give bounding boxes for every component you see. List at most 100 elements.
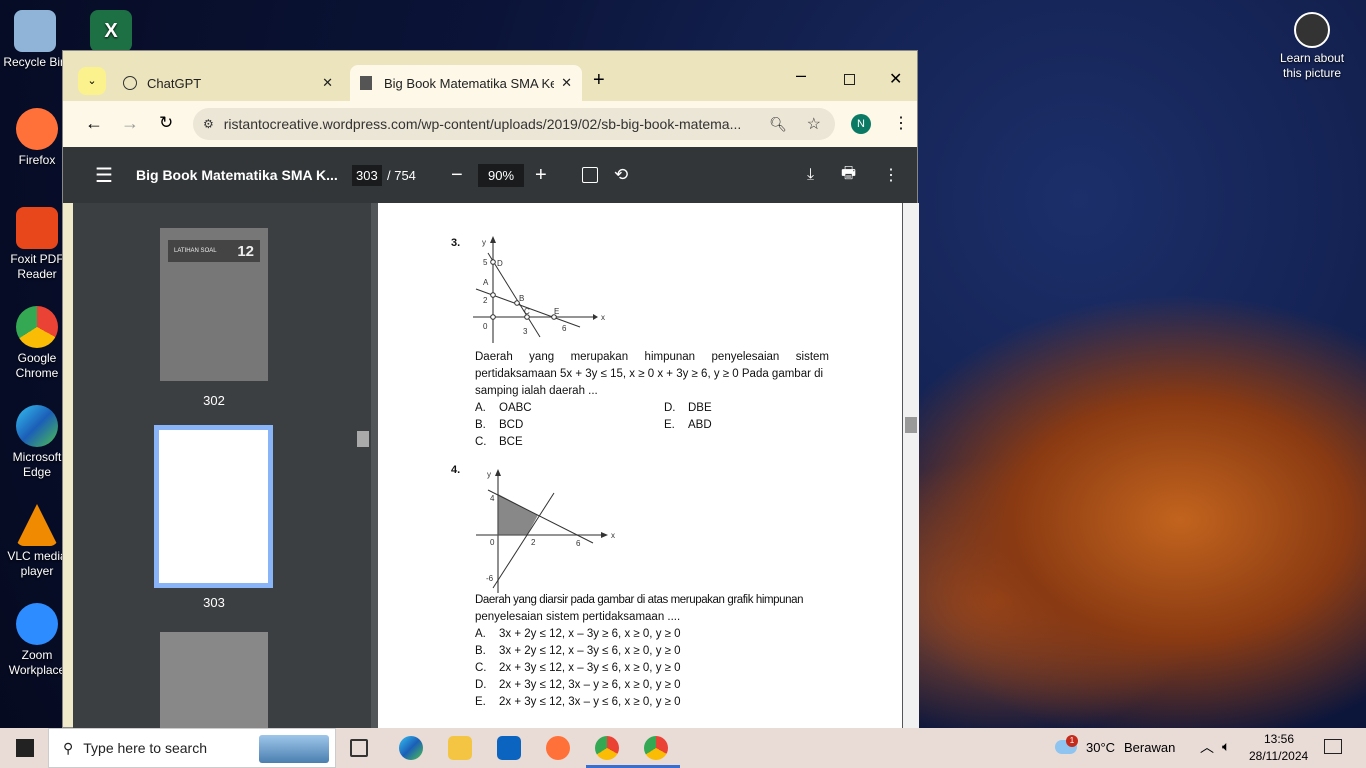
print-icon[interactable]: 🖶︎ xyxy=(841,162,856,189)
q4-option-b: B. 3x + 2y ≤ 12, x – 3y ≤ 6, x ≥ 0, y ≥ 0 xyxy=(475,645,681,657)
svg-text:A: A xyxy=(483,278,489,287)
zoom-out-button[interactable]: − xyxy=(451,164,463,187)
svg-text:C: C xyxy=(524,307,530,316)
icon-label: Firefox xyxy=(18,153,56,167)
notification-icon[interactable] xyxy=(1324,739,1342,754)
q3-graph: y x 5D A 2 BC E 0 3 6 xyxy=(473,236,605,343)
start-button[interactable] xyxy=(16,739,34,757)
more-options-icon[interactable]: ⋮ xyxy=(883,165,899,185)
svg-text:6: 6 xyxy=(576,539,581,548)
q4-option-a: A. 3x + 2y ≤ 12, x – 3y ≥ 6, x ≥ 0, y ≥ 0 xyxy=(475,628,681,640)
browser-menu-icon[interactable]: ⋮ xyxy=(893,113,909,133)
page-number-input[interactable]: 303 xyxy=(352,164,382,186)
rotate-icon[interactable]: ⟲ xyxy=(614,165,628,185)
new-tab-button[interactable]: + xyxy=(593,69,605,92)
close-window-button[interactable]: ✕ xyxy=(889,69,902,89)
svg-text:2: 2 xyxy=(483,296,488,305)
viewer-scrollbar[interactable] xyxy=(903,203,919,729)
profile-avatar[interactable]: N xyxy=(851,114,871,134)
thumb-label-302: 302 xyxy=(203,393,225,408)
q3-option-e: E. ABD xyxy=(664,419,712,431)
thumbnail-302[interactable]: LATIHAN SOAL 12 xyxy=(160,228,268,381)
svg-text:5: 5 xyxy=(483,258,488,267)
thumbnail-303[interactable] xyxy=(154,425,273,588)
svg-text:4: 4 xyxy=(490,494,495,503)
clock-date[interactable]: 28/11/2024 xyxy=(1249,749,1308,763)
weather-text[interactable]: Berawan xyxy=(1124,740,1175,755)
forward-icon[interactable]: → xyxy=(121,113,139,134)
firefox-taskbar-icon[interactable] xyxy=(546,736,570,760)
edge-taskbar-icon[interactable] xyxy=(399,736,423,760)
svg-text:B: B xyxy=(519,294,524,303)
svg-text:x: x xyxy=(611,531,615,540)
svg-text:0: 0 xyxy=(483,322,488,331)
clock-time[interactable]: 13:56 xyxy=(1264,732,1294,746)
close-tab-icon[interactable]: ✕ xyxy=(561,75,572,91)
q4-graph: y x 4 0 2 6 -6 xyxy=(476,469,615,593)
excel-icon: X xyxy=(90,10,132,52)
thumb-header: LATIHAN SOAL 12 xyxy=(168,240,260,262)
thumbnail-304[interactable] xyxy=(160,632,268,729)
learn-about-picture[interactable]: Learn about this picture xyxy=(1274,12,1350,81)
task-view-icon[interactable] xyxy=(350,739,368,757)
zoom-in-button[interactable]: + xyxy=(535,164,547,187)
minimize-button[interactable]: – xyxy=(796,65,806,86)
download-icon[interactable]: ⤓ xyxy=(807,166,814,184)
svg-text:3: 3 xyxy=(523,327,528,336)
pdf-toolbar: ☰ Big Book Matematika SMA K... 303 / 754… xyxy=(63,147,917,203)
tab-search-button[interactable]: ⌄ xyxy=(78,67,106,95)
zoom-lens-icon[interactable]: 🔍︎ xyxy=(769,116,787,133)
desktop-icon-recycle-bin[interactable]: Recycle Bin xyxy=(0,10,70,70)
close-tab-icon[interactable]: ✕ xyxy=(322,75,333,91)
tab-chatgpt[interactable]: ChatGPT ✕ xyxy=(113,65,343,101)
svg-text:2: 2 xyxy=(531,538,536,547)
learn-label: Learn about this picture xyxy=(1279,51,1345,80)
volume-icon[interactable]: 🔈︎ xyxy=(1222,738,1230,755)
file-explorer-icon[interactable] xyxy=(448,736,472,760)
url-text: ristantocreative.wordpress.com/wp-conten… xyxy=(223,116,742,132)
search-icon: ⚲ xyxy=(63,739,74,756)
learn-icon xyxy=(1294,12,1330,48)
tab-title: Big Book Matematika SMA Kela xyxy=(384,75,554,91)
svg-text:x: x xyxy=(601,313,605,322)
zoom-level-input[interactable]: 90% xyxy=(478,163,525,187)
temperature[interactable]: 30°C xyxy=(1086,740,1115,755)
chevron-up-icon[interactable]: ︿ xyxy=(1200,737,1214,757)
bookmark-star-icon[interactable]: ☆ xyxy=(807,114,821,134)
desktop-icon-excel[interactable]: X xyxy=(76,10,146,55)
search-highlight-image xyxy=(259,735,329,763)
reload-icon[interactable]: ↻ xyxy=(159,113,173,133)
outlook-icon[interactable] xyxy=(497,736,521,760)
sidebar-scrollbar[interactable] xyxy=(355,203,371,729)
browser-window: ⌄ ChatGPT ✕ Big Book Matematika SMA Kela… xyxy=(62,50,919,729)
tab-big-book[interactable]: Big Book Matematika SMA Kela ✕ xyxy=(350,65,582,101)
taskbar-search[interactable]: ⚲ Type here to search xyxy=(48,728,336,768)
address-bar-row: ← → ↻ ⚙ ristantocreative.wordpress.com/w… xyxy=(63,101,917,147)
svg-text:-6: -6 xyxy=(486,574,494,583)
url-field[interactable]: ⚙ ristantocreative.wordpress.com/wp-cont… xyxy=(193,108,835,140)
q3-option-a: A. OABC xyxy=(475,402,532,414)
firefox-icon xyxy=(16,108,58,150)
icon-label: Foxit PDF Reader xyxy=(10,252,64,281)
icon-label: Zoom Workplace xyxy=(8,648,66,677)
svg-text:6: 6 xyxy=(562,324,567,333)
icon-label: VLC media player xyxy=(7,549,67,578)
chrome-taskbar-icon[interactable] xyxy=(595,736,619,760)
icon-label: Recycle Bin xyxy=(3,55,67,69)
weather-badge: 1 xyxy=(1066,735,1078,747)
q4-text: Daerah yang diarsir pada gambar di atas … xyxy=(475,594,804,623)
site-settings-icon[interactable]: ⚙ xyxy=(203,117,214,131)
chrome-icon xyxy=(16,306,58,348)
q4-option-c: C. 2x + 3y ≤ 12, x – 3y ≤ 6, x ≥ 0, y ≥ 0 xyxy=(475,662,681,674)
thumbnail-sidebar: LATIHAN SOAL 12 302 303 xyxy=(73,203,355,729)
pdf-tab-icon xyxy=(360,76,372,90)
fit-page-icon[interactable] xyxy=(582,167,598,183)
chrome-profile-taskbar-icon[interactable] xyxy=(644,736,668,760)
sidebar-menu-icon[interactable]: ☰ xyxy=(95,163,113,188)
svg-text:D: D xyxy=(497,259,503,268)
icon-label: Microsoft Edge xyxy=(12,450,62,479)
back-icon[interactable]: ← xyxy=(85,113,103,134)
pdf-viewer: 3. y x 5D A 2 BC E 0 3 6 Daerah yang merupak… xyxy=(371,203,919,729)
maximize-button[interactable] xyxy=(844,74,855,85)
chatgpt-icon xyxy=(123,76,137,90)
